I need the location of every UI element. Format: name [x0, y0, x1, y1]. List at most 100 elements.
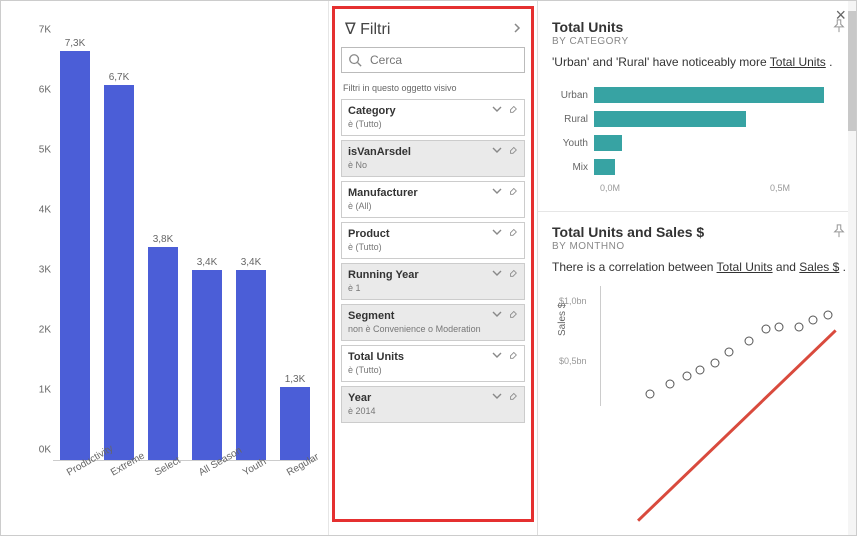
viz-title: Total Units and Sales $ [552, 224, 848, 240]
viz-description: There is a correlation between Total Uni… [552, 260, 848, 274]
hbar-row[interactable]: Youth [554, 135, 848, 151]
y-axis: 0K1K2K3K4K5K6K7K [21, 41, 51, 461]
chevron-down-icon[interactable] [492, 105, 502, 116]
hbar [594, 111, 746, 127]
viz-total-units-by-category[interactable]: Total Units BY CATEGORY 'Urban' and 'Rur… [552, 19, 848, 193]
eraser-icon[interactable] [508, 309, 518, 322]
filter-card[interactable]: Manufacturerè (All) [341, 181, 525, 218]
x-axis-labels: ProductivityExtremeSelectAll SeasonYouth… [53, 465, 314, 501]
hbar-row[interactable]: Mix [554, 159, 848, 175]
scatter-point[interactable] [725, 348, 734, 357]
x-tick: 0,5M [770, 183, 790, 193]
scatter-point[interactable] [683, 372, 692, 381]
filter-card[interactable]: Product è (Tutto) [341, 222, 525, 259]
hbar-row[interactable]: Rural [554, 111, 848, 127]
eraser-icon[interactable] [508, 104, 518, 117]
bar-chart[interactable]: 0K1K2K3K4K5K6K7K 7,3K6,7K3,8K3,4K3,4K1,3… [11, 21, 318, 501]
bar-value-label: 7,3K [65, 38, 86, 49]
filter-desc: è (Tutto) [348, 242, 518, 252]
filter-name: Category [348, 105, 396, 117]
chevron-down-icon[interactable] [492, 146, 502, 157]
insights-panel: × Total Units BY CATEGORY 'Urban' and 'R… [537, 1, 856, 535]
bar[interactable]: 3,4K [191, 257, 223, 460]
bar[interactable]: 3,4K [235, 257, 267, 460]
filter-desc: è 2014 [348, 406, 518, 416]
viz-subtitle: BY CATEGORY [552, 36, 848, 47]
scrollbar-thumb[interactable] [848, 11, 856, 131]
pin-icon[interactable] [832, 224, 846, 241]
eraser-icon[interactable] [508, 145, 518, 158]
eraser-icon[interactable] [508, 268, 518, 281]
filter-name: Product [348, 228, 390, 240]
bar[interactable]: 6,7K [103, 72, 135, 460]
filter-card[interactable]: Total Units è (Tutto) [341, 345, 525, 382]
filter-card[interactable]: Segmentnon è Convenience o Moderation [341, 304, 525, 341]
filter-name: Year [348, 392, 371, 404]
filter-card[interactable]: Running Year è 1 [341, 263, 525, 300]
bar-value-label: 3,8K [153, 234, 174, 245]
filter-desc: è 1 [348, 283, 518, 293]
bar-value-label: 3,4K [241, 257, 262, 268]
viz-total-units-sales[interactable]: Total Units and Sales $ BY MONTHNO There… [552, 224, 848, 406]
chevron-right-icon[interactable] [513, 22, 521, 36]
filter-cards-list: Category è (Tutto) isVanArsdelè No Manufact… [341, 99, 525, 423]
filter-name: Total Units [348, 351, 404, 363]
chevron-down-icon[interactable] [492, 269, 502, 280]
main-bar-chart-panel: 0K1K2K3K4K5K6K7K 7,3K6,7K3,8K3,4K3,4K1,3… [1, 1, 329, 535]
bar[interactable]: 3,8K [147, 234, 179, 460]
scatter-point[interactable] [710, 358, 719, 367]
pin-icon[interactable] [832, 19, 846, 36]
filters-panel: ∇ Filtri Filtri in questo oggetto visivo… [332, 6, 534, 522]
chevron-down-icon[interactable] [492, 351, 502, 362]
viz-subtitle: BY MONTHNO [552, 241, 848, 252]
filter-name: Running Year [348, 269, 419, 281]
chevron-down-icon[interactable] [492, 228, 502, 239]
y-tick: 0K [39, 445, 51, 456]
eraser-icon[interactable] [508, 186, 518, 199]
filter-card[interactable]: Category è (Tutto) [341, 99, 525, 136]
filter-name: Manufacturer [348, 187, 418, 199]
filter-card[interactable]: isVanArsdelè No [341, 140, 525, 177]
scatter-point[interactable] [646, 390, 655, 399]
bar[interactable]: 7,3K [59, 38, 91, 460]
scatter-point[interactable] [666, 380, 675, 389]
scatter-point[interactable] [824, 310, 833, 319]
horizontal-bar-chart: UrbanRuralYouthMix0,0M0,5M [554, 87, 848, 193]
filters-header[interactable]: ∇ Filtri [341, 15, 525, 47]
scatter-point[interactable] [762, 325, 771, 334]
hbar-label: Rural [554, 114, 594, 125]
filters-section-title: Filtri in questo oggetto visivo [343, 83, 523, 93]
y-tick: $1,0bn [559, 296, 587, 306]
filters-title: Filtri [360, 21, 390, 38]
eraser-icon[interactable] [508, 391, 518, 404]
y-tick: 4K [39, 205, 51, 216]
hbar-label: Youth [554, 138, 594, 149]
eraser-icon[interactable] [508, 350, 518, 363]
chevron-down-icon[interactable] [492, 392, 502, 403]
eraser-icon[interactable] [508, 227, 518, 240]
scatter-point[interactable] [809, 315, 818, 324]
filter-desc: è No [348, 160, 518, 170]
hbar [594, 87, 824, 103]
filter-card[interactable]: Year è 2014 [341, 386, 525, 423]
hbar-row[interactable]: Urban [554, 87, 848, 103]
y-tick: 1K [39, 385, 51, 396]
scatter-point[interactable] [745, 337, 754, 346]
filter-name: Segment [348, 310, 394, 322]
search-input-wrapper[interactable] [341, 47, 525, 73]
scatter-point[interactable] [695, 366, 704, 375]
scrollbar-track[interactable] [848, 1, 856, 535]
search-input[interactable] [368, 52, 518, 68]
bar[interactable]: 1,3K [279, 374, 311, 460]
filter-desc: è (Tutto) [348, 365, 518, 375]
bar-value-label: 6,7K [109, 72, 130, 83]
scatter-point[interactable] [774, 322, 783, 331]
y-tick: 7K [39, 25, 51, 36]
y-tick: $0,5bn [559, 356, 587, 366]
y-axis-label: Sales $ [557, 303, 568, 336]
filter-desc: è (Tutto) [348, 119, 518, 129]
chevron-down-icon[interactable] [492, 187, 502, 198]
viz-title: Total Units [552, 19, 848, 35]
chevron-down-icon[interactable] [492, 310, 502, 321]
scatter-point[interactable] [794, 322, 803, 331]
